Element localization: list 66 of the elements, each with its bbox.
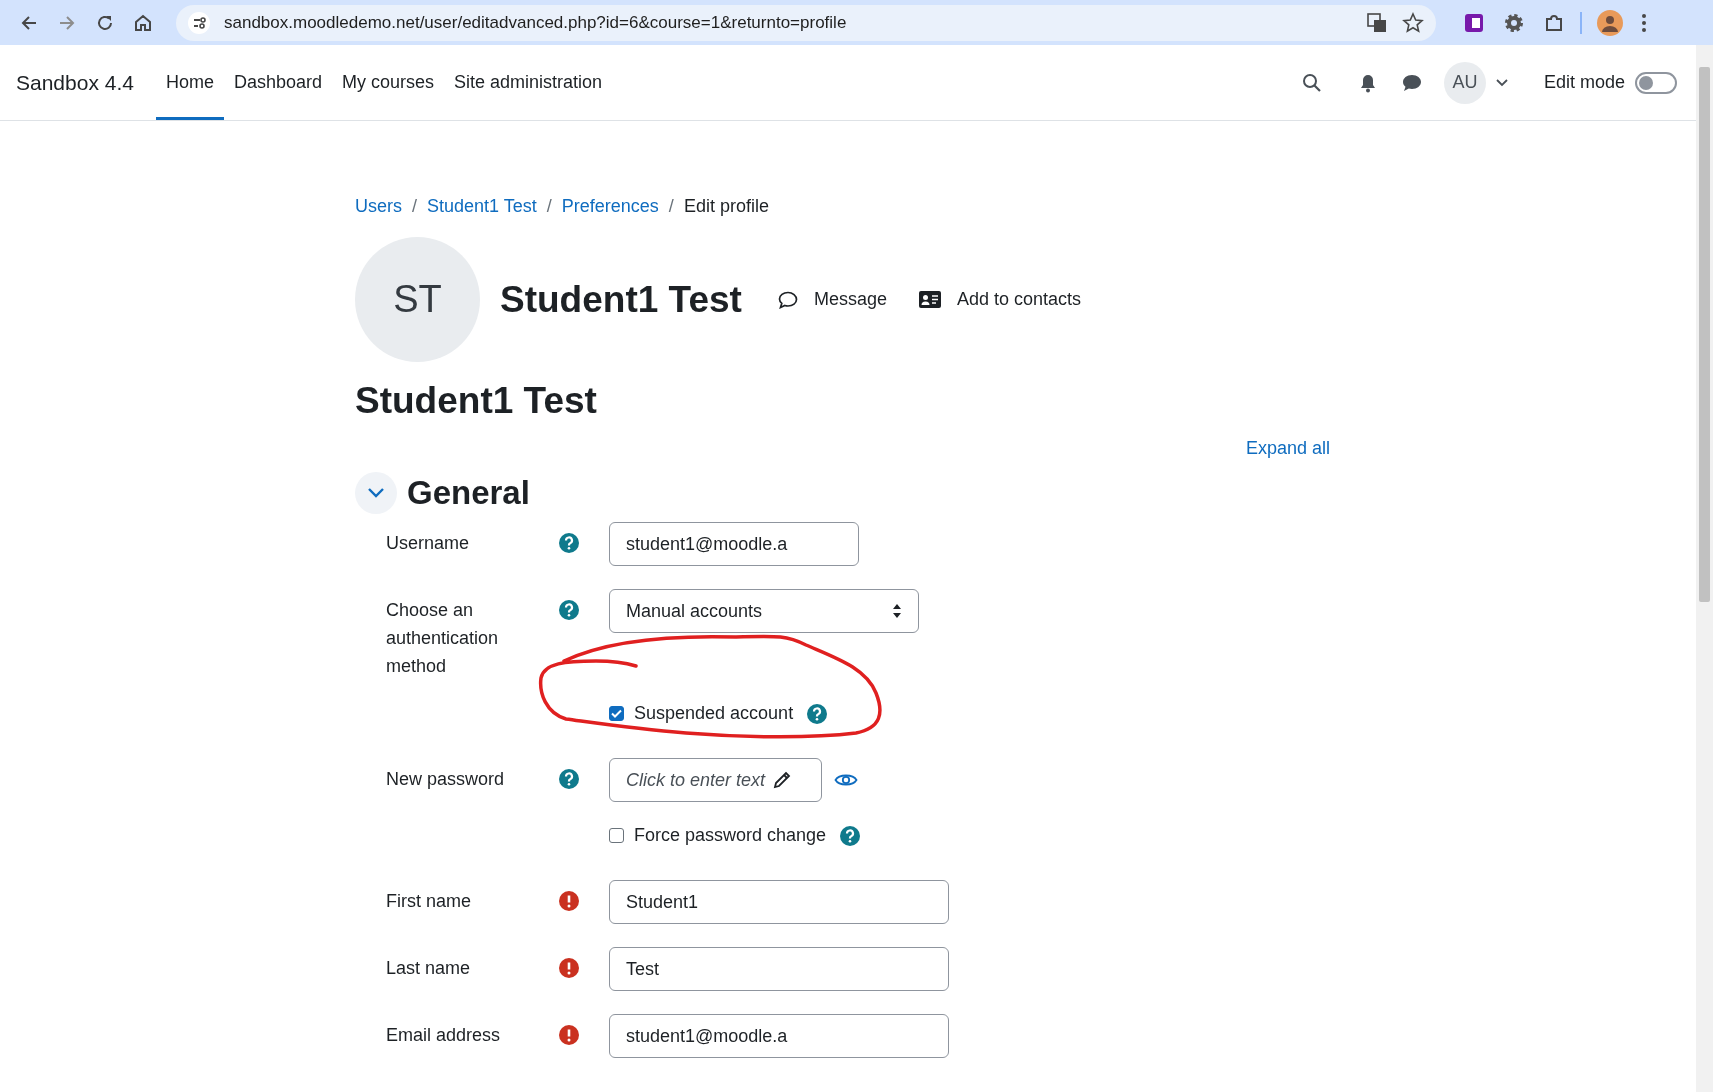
sort-arrows-icon [892, 603, 902, 619]
site-name[interactable]: Sandbox 4.4 [16, 70, 134, 95]
expand-all-link[interactable]: Expand all [1245, 438, 1330, 459]
breadcrumb-current: Edit profile [683, 196, 769, 217]
field-label: Email address [386, 1024, 502, 1047]
help-icon[interactable] [840, 825, 861, 846]
edit-mode-toggle[interactable] [1635, 71, 1677, 94]
field-label: First name [386, 890, 473, 913]
help-icon[interactable] [559, 600, 579, 620]
search-icon[interactable] [1301, 72, 1322, 93]
breadcrumb-separator: / [546, 196, 552, 217]
section-title: General [407, 474, 530, 512]
pencil-icon [773, 771, 792, 789]
gear-icon[interactable] [1503, 11, 1525, 34]
password-field[interactable]: Click to enter text [609, 758, 822, 802]
checkbox[interactable] [609, 828, 624, 843]
text-field[interactable]: student1@moodle.a [609, 1014, 949, 1058]
profile-action-link[interactable]: Message [777, 289, 887, 310]
text-field[interactable]: Test [609, 947, 949, 991]
breadcrumb-link[interactable]: Preferences [561, 196, 659, 217]
chevron-icon [367, 487, 385, 499]
home-icon[interactable] [133, 12, 153, 33]
section-toggle[interactable] [355, 472, 397, 514]
help-icon[interactable] [559, 769, 579, 789]
profile-name: Student1 Test [500, 278, 742, 321]
profile-action-link[interactable]: Add to contacts [918, 289, 1082, 310]
breadcrumb-separator: / [668, 196, 674, 217]
field-label: Username [386, 532, 471, 555]
eye-icon[interactable] [834, 772, 858, 788]
checkmark-icon [611, 709, 622, 718]
address-bar[interactable]: sandbox.moodledemo.net/user/editadvanced.php?id=6&course=1&returnto=profile [176, 4, 1436, 41]
checkbox[interactable] [609, 706, 624, 721]
nav-tab[interactable]: My courses [332, 48, 445, 120]
user-avatar[interactable]: AU [1443, 61, 1486, 104]
page-heading: Student1 Test [355, 380, 598, 422]
profile-avatar-icon[interactable] [1597, 9, 1623, 36]
address-card-icon [918, 291, 941, 308]
chat-icon[interactable] [1401, 73, 1422, 92]
notebook-icon[interactable] [1463, 11, 1485, 34]
speech-bubble-icon [777, 290, 798, 309]
translate-icon[interactable] [1366, 11, 1388, 34]
profile-avatar: ST [355, 237, 480, 362]
menu-icon[interactable] [1641, 12, 1647, 33]
bell-icon[interactable] [1358, 72, 1377, 93]
url-text: sandbox.moodledemo.net/user/editadvanced.php?id=6&course=1&returnto=profile [224, 12, 848, 33]
field-label: Last name [386, 957, 472, 980]
text-field[interactable]: student1@moodle.a [609, 522, 859, 566]
help-icon[interactable] [807, 703, 828, 724]
scrollbar-thumb[interactable] [1699, 67, 1710, 602]
help-icon[interactable] [559, 533, 579, 553]
select-field[interactable]: Manual accounts [609, 589, 919, 633]
checkbox-label: Suspended account [634, 703, 794, 724]
breadcrumb-link[interactable]: Users [355, 196, 402, 217]
field-label: Choose an authentication method [386, 599, 500, 678]
field-label: New password [386, 768, 506, 791]
checkbox-label: Force password change [634, 825, 827, 846]
nav-tab[interactable]: Dashboard [223, 48, 332, 120]
breadcrumb-link[interactable]: Student1 Test [427, 196, 537, 217]
star-icon[interactable] [1402, 11, 1424, 34]
breadcrumb-separator: / [412, 196, 418, 217]
nav-tab[interactable]: Site administration [444, 48, 613, 120]
edit-mode-label: Edit mode [1543, 72, 1625, 93]
text-field[interactable]: Student1 [609, 880, 949, 924]
site-settings-icon[interactable] [188, 11, 210, 34]
nav-tab[interactable]: Home [155, 48, 224, 120]
caret-icon[interactable] [1495, 78, 1508, 87]
